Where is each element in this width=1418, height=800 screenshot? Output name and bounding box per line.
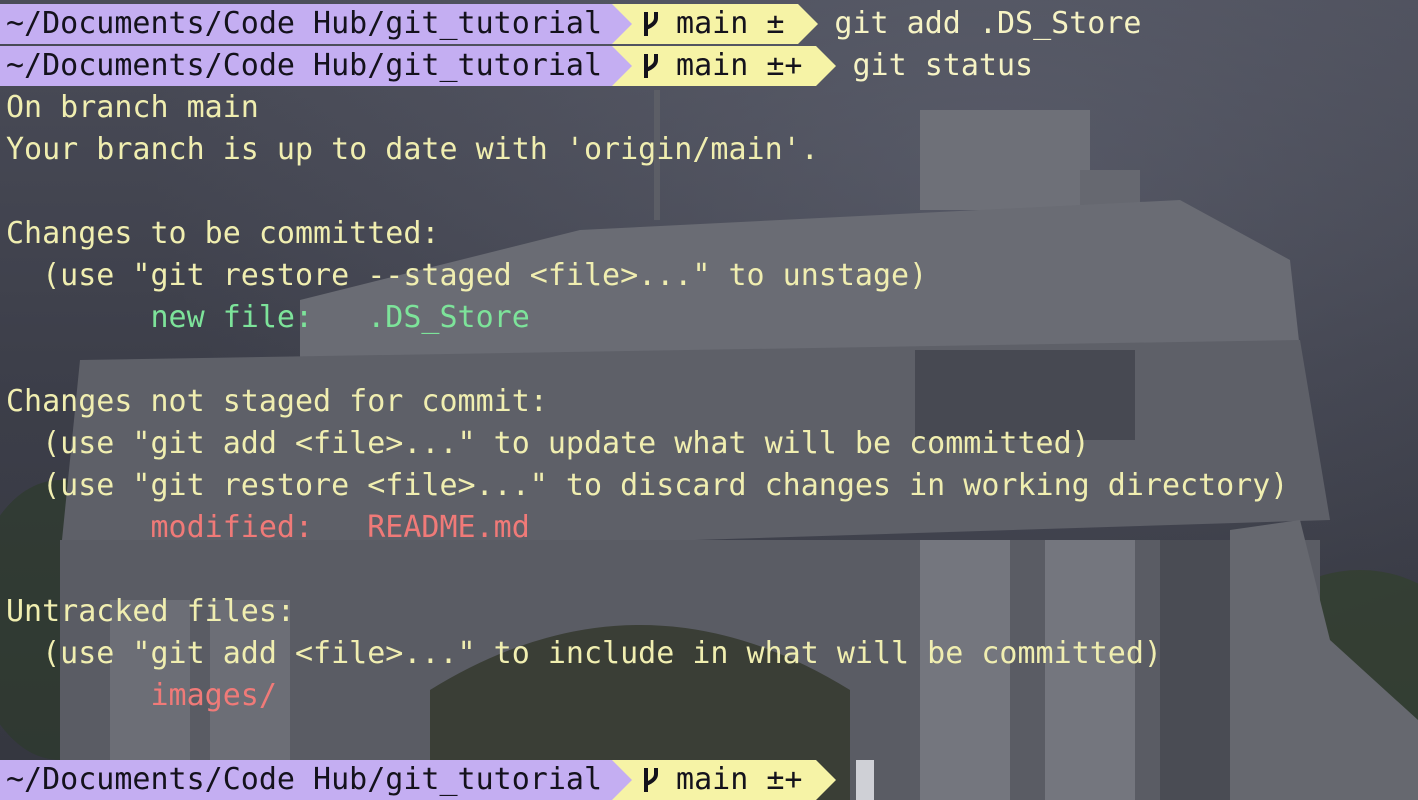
untracked-hint: (use "git add <file>..." to include in w… bbox=[6, 636, 1162, 671]
unstaged-file: README.md bbox=[367, 510, 530, 545]
staged-file: .DS_Store bbox=[367, 300, 530, 335]
git-status-indicator: ±+ bbox=[766, 762, 803, 797]
prompt-path-segment: ~/Documents/Code Hub/git_tutorial bbox=[0, 4, 613, 44]
prompt-git-segment: main ±+ bbox=[632, 760, 817, 800]
output-uptodate-line: Your branch is up to date with 'origin/m… bbox=[6, 132, 819, 167]
unstaged-hint-add: (use "git add <file>..." to update what … bbox=[6, 426, 1090, 461]
prompt-path-segment: ~/Documents/Code Hub/git_tutorial bbox=[0, 760, 613, 800]
git-branch-icon bbox=[644, 12, 659, 36]
branch-name: main bbox=[676, 48, 749, 83]
output-branch-line: On branch main bbox=[6, 90, 259, 125]
unstaged-hint-restore: (use "git restore <file>..." to discard … bbox=[6, 468, 1289, 503]
staged-header: Changes to be committed: bbox=[6, 216, 440, 251]
branch-name: main bbox=[676, 6, 749, 41]
git-branch-icon bbox=[644, 768, 659, 792]
prompt-line-1: ~/Documents/Code Hub/git_tutorial main ±… bbox=[0, 3, 1141, 45]
prompt-path-segment: ~/Documents/Code Hub/git_tutorial bbox=[0, 46, 613, 86]
unstaged-header: Changes not staged for commit: bbox=[6, 384, 548, 419]
powerline-separator bbox=[612, 46, 633, 86]
prompt-git-segment: main ±+ bbox=[632, 46, 817, 86]
untracked-file: images/ bbox=[6, 678, 277, 713]
command-text: git status bbox=[852, 48, 1034, 83]
prompt-git-segment: main ± bbox=[632, 4, 799, 44]
staged-hint: (use "git restore --staged <file>..." to… bbox=[6, 258, 928, 293]
terminal-window[interactable]: ~/Documents/Code Hub/git_tutorial main ±… bbox=[0, 0, 1418, 800]
powerline-separator bbox=[612, 760, 633, 800]
powerline-separator bbox=[798, 4, 819, 44]
staged-label: new file: bbox=[6, 300, 368, 335]
powerline-separator bbox=[816, 46, 837, 86]
git-status-indicator: ± bbox=[766, 6, 785, 41]
git-status-indicator: ±+ bbox=[766, 48, 803, 83]
staged-entry: new file: .DS_Store bbox=[6, 297, 530, 339]
unstaged-label: modified: bbox=[6, 510, 368, 545]
branch-name: main bbox=[676, 762, 749, 797]
unstaged-entry: modified: README.md bbox=[6, 507, 530, 549]
prompt-line-3[interactable]: ~/Documents/Code Hub/git_tutorial main ±… bbox=[0, 759, 875, 800]
untracked-header: Untracked files: bbox=[6, 594, 295, 629]
git-branch-icon bbox=[644, 54, 659, 78]
powerline-separator bbox=[612, 4, 633, 44]
powerline-separator bbox=[816, 760, 837, 800]
command-text: git add .DS_Store bbox=[834, 6, 1142, 41]
prompt-line-2: ~/Documents/Code Hub/git_tutorial main ±… bbox=[0, 45, 1033, 87]
terminal-cursor[interactable] bbox=[856, 760, 875, 800]
